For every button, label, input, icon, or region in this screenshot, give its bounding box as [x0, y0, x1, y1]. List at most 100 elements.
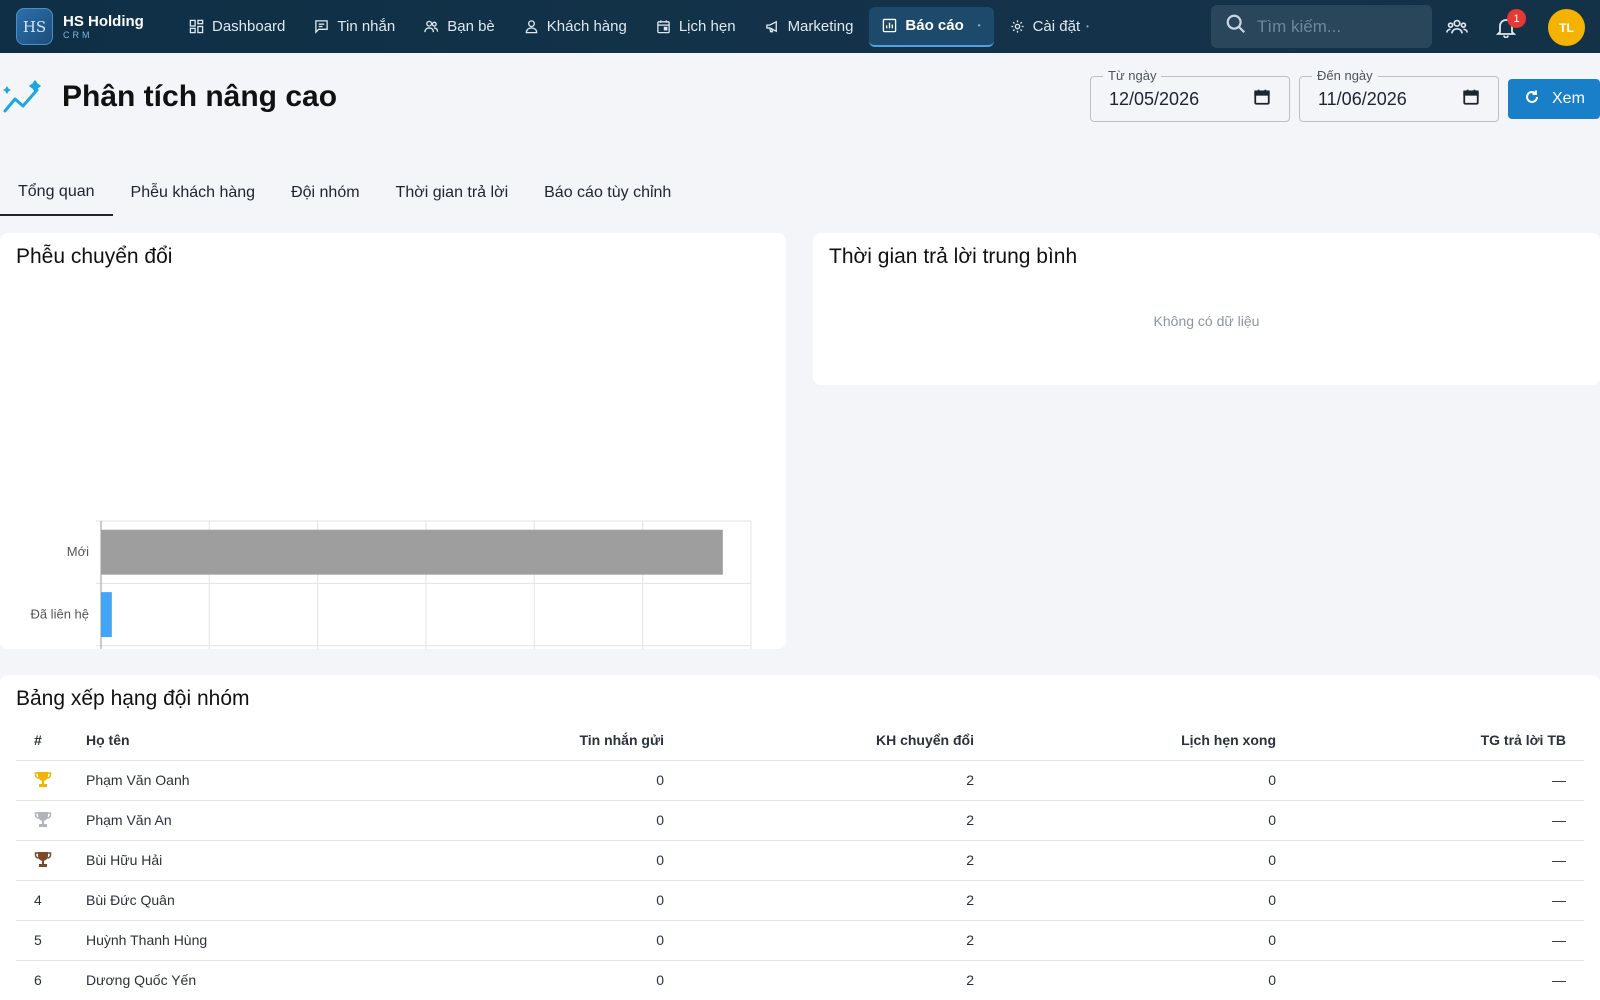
- messages-sent: 0: [346, 960, 664, 1000]
- message-icon: [314, 19, 329, 34]
- nav-dashboard[interactable]: Dashboard: [176, 7, 298, 47]
- from-date-field[interactable]: Từ ngày 12/05/2026: [1090, 68, 1290, 122]
- nav-label: Marketing: [787, 18, 854, 35]
- leaderboard-table: # Họ tên Tin nhắn gửi KH chuyển đổi Lịch…: [16, 720, 1584, 1000]
- to-date-field[interactable]: Đến ngày 11/06/2026: [1299, 68, 1499, 122]
- brand-name: HS Holding: [63, 12, 144, 30]
- tab-custom-report[interactable]: Báo cáo tùy chỉnh: [526, 170, 689, 216]
- avg-response-time: —: [1276, 840, 1584, 881]
- messages-sent: 0: [346, 800, 664, 841]
- notification-badge: 1: [1507, 9, 1526, 28]
- appointments-done: 0: [974, 800, 1276, 841]
- col-converted[interactable]: KH chuyển đổi: [664, 720, 974, 761]
- brand[interactable]: HS HS Holding CRM: [16, 8, 176, 45]
- avg-response-time: —: [1276, 760, 1584, 801]
- nav-label: Tin nhắn: [337, 18, 396, 35]
- nav-label: Bạn bè: [447, 18, 495, 35]
- view-button-label: Xem: [1552, 90, 1585, 107]
- search-input[interactable]: [1257, 16, 1427, 37]
- customers-converted: 2: [664, 960, 974, 1000]
- appointments-done: 0: [974, 920, 1276, 961]
- nav-friends[interactable]: Bạn bè: [411, 7, 508, 47]
- funnel-bar: [101, 529, 723, 575]
- to-date-value: 11/06/2026: [1318, 88, 1407, 109]
- tab-team[interactable]: Đội nhóm: [273, 170, 377, 216]
- megaphone-icon: [765, 19, 780, 34]
- refresh-icon: [1524, 89, 1540, 110]
- funnel-chart: 02004006008001,0001,200MớiĐã liên hệQuan…: [30, 520, 752, 649]
- nav-label: Dashboard: [212, 18, 286, 35]
- search-box[interactable]: [1211, 5, 1432, 48]
- member-name: Phạm Văn Oanh: [86, 760, 346, 801]
- member-name: Phạm Văn An: [86, 800, 346, 841]
- report-tabs: Tổng quan Phễu khách hàng Đội nhóm Thời …: [0, 170, 689, 216]
- settings-icon: [1010, 19, 1025, 34]
- main-nav: Dashboard Tin nhắn Bạn bè Khách hàng Lịc…: [176, 0, 1105, 53]
- rank-cell: [16, 800, 86, 841]
- chevron-down-icon: •: [1086, 22, 1089, 31]
- avg-response-time: —: [1276, 800, 1584, 841]
- nav-customers[interactable]: Khách hàng: [511, 7, 640, 47]
- appointments-done: 0: [974, 880, 1276, 921]
- table-row[interactable]: 5 Huỳnh Thanh Hùng 0 2 0—: [16, 920, 1584, 961]
- rank-cell: [16, 760, 86, 801]
- response-time-card: Thời gian trả lời trung bình Không có dữ…: [813, 233, 1600, 385]
- gold-trophy-icon: [34, 771, 52, 791]
- friends-icon: [424, 19, 439, 34]
- calendar-icon[interactable]: [1462, 88, 1480, 111]
- nav-messages[interactable]: Tin nhắn: [301, 7, 408, 47]
- report-icon: [882, 18, 897, 33]
- nav-settings[interactable]: Cài đặt •: [997, 7, 1102, 47]
- tab-customer-funnel[interactable]: Phễu khách hàng: [113, 170, 274, 216]
- view-button[interactable]: Xem: [1508, 79, 1600, 119]
- tab-overview[interactable]: Tổng quan: [0, 170, 113, 216]
- rank-cell: 6: [16, 960, 86, 1000]
- col-sent[interactable]: Tin nhắn gửi: [346, 720, 664, 761]
- y-category-label: Mới: [67, 544, 89, 559]
- rank-cell: 4: [16, 880, 86, 921]
- nav-label: Cài đặt: [1032, 18, 1081, 35]
- calendar-icon: [656, 19, 671, 34]
- messages-sent: 0: [346, 760, 664, 801]
- nav-label: Lịch hẹn: [678, 18, 736, 35]
- table-row[interactable]: Phạm Văn Oanh 0 2 0—: [16, 760, 1584, 801]
- table-row[interactable]: 4 Bùi Đức Quân 0 2 0—: [16, 880, 1584, 921]
- team-icon[interactable]: [1444, 14, 1470, 40]
- avg-response-time: —: [1276, 920, 1584, 961]
- nav-reports[interactable]: Báo cáo •: [869, 6, 994, 47]
- table-row[interactable]: 6 Dương Quốc Yến 0 2 0—: [16, 960, 1584, 1000]
- col-appointments-done[interactable]: Lịch hẹn xong: [974, 720, 1276, 761]
- user-avatar[interactable]: TL: [1548, 9, 1585, 46]
- page-title: Phân tích nâng cao: [62, 80, 338, 113]
- col-rank[interactable]: #: [16, 720, 86, 761]
- table-header-row: # Họ tên Tin nhắn gửi KH chuyển đổi Lịch…: [16, 720, 1584, 761]
- leaderboard-card: Bảng xếp hạng đội nhóm # Họ tên Tin nhắn…: [0, 675, 1600, 1000]
- funnel-card: Phễu chuyển đổi 02004006008001,0001,200M…: [0, 233, 786, 649]
- brand-logo: HS: [16, 8, 53, 45]
- messages-sent: 0: [346, 920, 664, 961]
- y-category-label: Đã liên hệ: [30, 607, 89, 622]
- nav-marketing[interactable]: Marketing: [752, 7, 867, 47]
- col-avg-response[interactable]: TG trả lời TB: [1276, 720, 1584, 761]
- member-name: Bùi Đức Quân: [86, 880, 346, 921]
- tab-response-time[interactable]: Thời gian trả lời: [378, 170, 527, 216]
- rank-cell: [16, 840, 86, 881]
- analytics-icon: [2, 80, 46, 121]
- from-date-value: 12/05/2026: [1109, 88, 1200, 109]
- leaderboard-title: Bảng xếp hạng đội nhóm: [16, 687, 250, 710]
- customers-converted: 2: [664, 840, 974, 881]
- response-time-card-title: Thời gian trả lời trung bình: [829, 245, 1078, 268]
- table-row[interactable]: Phạm Văn An 0 2 0—: [16, 800, 1584, 841]
- chevron-down-icon: •: [977, 21, 981, 30]
- col-name[interactable]: Họ tên: [86, 720, 346, 761]
- avg-response-time: —: [1276, 960, 1584, 1000]
- nav-appointments[interactable]: Lịch hẹn: [643, 7, 749, 47]
- funnel-bar: [101, 592, 112, 638]
- table-row[interactable]: Bùi Hữu Hải 0 2 0—: [16, 840, 1584, 881]
- nav-label: Báo cáo: [905, 17, 964, 34]
- brand-subtitle: CRM: [63, 29, 93, 40]
- customers-converted: 2: [664, 800, 974, 841]
- search-icon: [1225, 13, 1247, 40]
- calendar-icon[interactable]: [1253, 88, 1271, 111]
- customers-converted: 2: [664, 880, 974, 921]
